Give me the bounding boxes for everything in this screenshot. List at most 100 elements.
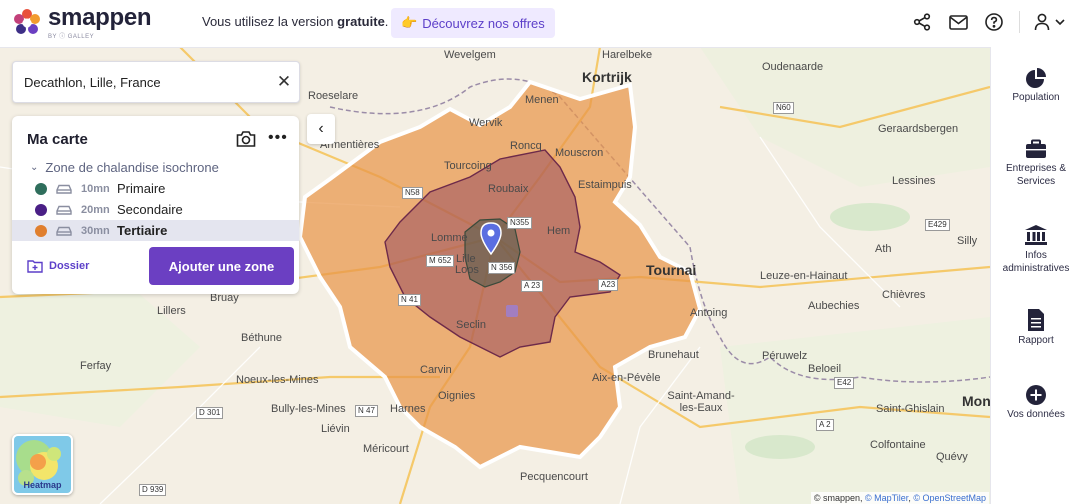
road-tag: N60 bbox=[773, 102, 794, 114]
car-icon bbox=[56, 184, 72, 194]
road-tag: M 652 bbox=[426, 255, 455, 267]
sidebar-item-infos[interactable]: Infos administratives bbox=[991, 224, 1080, 275]
city-label: Béthune bbox=[241, 332, 282, 344]
city-label: Menen bbox=[525, 94, 559, 106]
sidebar-item-rapport[interactable]: Rapport bbox=[991, 308, 1080, 346]
zone-duration: 10mn bbox=[81, 182, 110, 195]
osm-link[interactable]: © OpenStreetMap bbox=[913, 493, 986, 503]
share-icon[interactable] bbox=[911, 11, 933, 33]
city-label-kortrijk: Kortrijk bbox=[582, 69, 632, 85]
maptiler-link[interactable]: © MapTiler bbox=[865, 493, 908, 503]
city-label-tournai: Tournai bbox=[646, 262, 697, 278]
banner-prefix: Vous utilisez la version bbox=[202, 14, 338, 29]
sidebar-item-vos-donnees[interactable]: Vos données bbox=[991, 384, 1080, 420]
city-label: Loos bbox=[455, 264, 479, 276]
sidebar-label: Entreprises & Services bbox=[1005, 163, 1067, 187]
city-label: Mouscron bbox=[555, 147, 604, 159]
chevron-down-icon bbox=[1055, 19, 1065, 26]
search-input[interactable]: Decathlon, Lille, France bbox=[24, 75, 269, 90]
pie-chart-icon bbox=[1026, 68, 1046, 88]
right-sidebar: Population Entreprises & Services Infos … bbox=[990, 47, 1080, 504]
banner-bold: gratuite bbox=[337, 14, 385, 29]
city-label: Lillers bbox=[157, 305, 186, 317]
zone-row-primary[interactable]: 10mn Primaire bbox=[12, 178, 299, 199]
road-tag: N355 bbox=[507, 217, 533, 229]
chevron-left-icon: ‹ bbox=[318, 120, 324, 137]
city-label: Aubechies bbox=[808, 300, 860, 312]
zone-duration: 20mn bbox=[81, 203, 110, 216]
city-label: Ferfay bbox=[80, 360, 112, 372]
city-label: Saint-Amand-les-Eaux bbox=[667, 390, 735, 414]
car-icon bbox=[56, 226, 72, 236]
city-label: Lessines bbox=[892, 175, 936, 187]
close-icon[interactable]: ✕ bbox=[269, 72, 299, 92]
more-options-icon[interactable]: ••• bbox=[268, 129, 288, 147]
city-label: Oudenaarde bbox=[762, 61, 824, 73]
city-label: Noeux-les-Mines bbox=[236, 374, 319, 386]
heatmap-label: Heatmap bbox=[23, 480, 62, 490]
city-label: Colfontaine bbox=[870, 439, 926, 451]
help-icon[interactable] bbox=[983, 11, 1005, 33]
plus-circle-icon bbox=[1026, 385, 1046, 405]
city-label: Saint-Ghislain bbox=[876, 403, 945, 415]
header-divider bbox=[1019, 11, 1020, 33]
city-label: Wervik bbox=[469, 117, 503, 129]
zone-row-tertiary[interactable]: 30mn Tertiaire bbox=[12, 220, 299, 241]
city-label: Lomme bbox=[431, 232, 468, 244]
city-label: Pecquencourt bbox=[520, 471, 588, 483]
top-header: smappen BY ⓘ GALLEY Vous utilisez la ver… bbox=[0, 0, 1080, 48]
road-tag: D 939 bbox=[139, 484, 167, 496]
zone-row-secondary[interactable]: 20mn Secondaire bbox=[12, 199, 299, 220]
road-tag: E42 bbox=[834, 377, 855, 389]
offers-button[interactable]: 👉 Découvrez nos offres bbox=[391, 8, 555, 38]
sidebar-label: Population bbox=[1012, 92, 1060, 103]
banner-suffix: . bbox=[384, 14, 389, 29]
zone-duration: 30mn bbox=[81, 224, 110, 237]
road-tag: A23 bbox=[598, 279, 619, 291]
collapse-panel-button[interactable]: ‹ bbox=[307, 114, 335, 144]
search-box[interactable]: Decathlon, Lille, France ✕ bbox=[12, 61, 300, 103]
heatmap-toggle[interactable]: Heatmap bbox=[12, 434, 73, 495]
add-zone-button[interactable]: Ajouter une zone bbox=[149, 247, 294, 285]
city-label: Hem bbox=[547, 225, 571, 237]
city-label: Aix-en-Pévèle bbox=[592, 372, 661, 384]
zone-name[interactable]: Primaire bbox=[117, 181, 165, 196]
city-label: Harelbeke bbox=[602, 49, 653, 61]
city-label: Harnes bbox=[390, 403, 426, 415]
zone-group-header[interactable]: ⌄ Zone de chalandise isochrone bbox=[30, 160, 219, 175]
sidebar-label: Rapport bbox=[1018, 335, 1054, 346]
zone-name[interactable]: Tertiaire bbox=[117, 223, 167, 238]
zone-name[interactable]: Secondaire bbox=[117, 202, 183, 217]
road-tag: N 47 bbox=[355, 405, 378, 417]
city-label: Oignies bbox=[438, 390, 476, 402]
city-label: Ath bbox=[875, 243, 892, 255]
city-label: Geraardsbergen bbox=[878, 123, 959, 135]
zone-color-dot[interactable] bbox=[35, 182, 47, 195]
sidebar-item-entreprises[interactable]: Entreprises & Services bbox=[991, 139, 1080, 188]
pointing-hand-icon: 👉 bbox=[401, 15, 418, 30]
mail-icon[interactable] bbox=[947, 11, 969, 33]
institution-icon bbox=[1025, 225, 1047, 245]
city-label: Quévy bbox=[936, 451, 968, 463]
road-tag: A 2 bbox=[816, 419, 834, 431]
smappen-logo[interactable]: smappen BY ⓘ GALLEY bbox=[12, 6, 152, 40]
sidebar-item-population[interactable]: Population bbox=[991, 67, 1080, 103]
folder-label: Dossier bbox=[49, 260, 90, 272]
city-label: Liévin bbox=[321, 423, 350, 435]
city-label: Brunehaut bbox=[648, 349, 699, 361]
camera-icon[interactable] bbox=[236, 130, 256, 148]
zone-color-dot[interactable] bbox=[35, 203, 47, 216]
city-label: Carvin bbox=[420, 364, 452, 376]
zone-color-dot[interactable] bbox=[35, 224, 47, 237]
city-label-mons: Mons bbox=[962, 393, 990, 409]
road-tag: N 41 bbox=[398, 294, 421, 306]
flower-logo-icon bbox=[14, 9, 40, 34]
offers-label: Découvrez nos offres bbox=[422, 15, 545, 31]
folder-button[interactable]: Dossier bbox=[27, 259, 89, 273]
road-tag: N 356 bbox=[488, 262, 516, 274]
briefcase-icon bbox=[1026, 139, 1046, 158]
city-label: Roeselare bbox=[308, 90, 359, 102]
user-icon[interactable] bbox=[1034, 11, 1068, 33]
zone-group-label: Zone de chalandise isochrone bbox=[45, 160, 219, 175]
city-label: Péruwelz bbox=[762, 350, 808, 362]
